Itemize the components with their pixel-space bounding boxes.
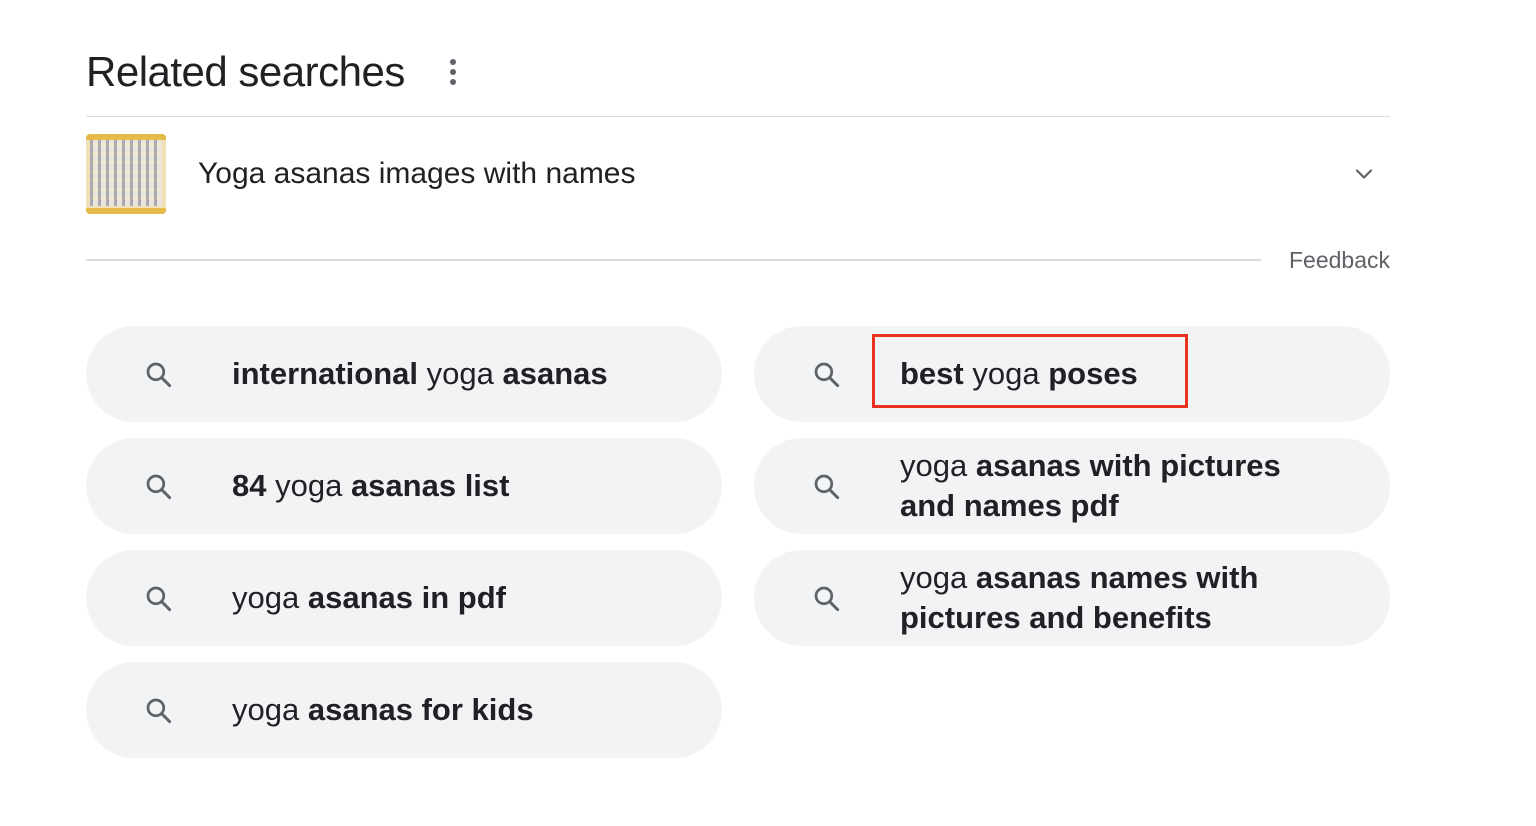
image-result-label: Yoga asanas images with names: [198, 157, 636, 190]
chip-label: yoga asanas names with pictures and bene…: [900, 558, 1330, 638]
chevron-down-icon[interactable]: [1352, 162, 1376, 186]
more-dot: [449, 69, 456, 75]
chip-label: yoga asanas in pdf: [232, 578, 662, 618]
chip-label-part: yoga: [900, 448, 976, 483]
more-dot: [449, 59, 456, 65]
search-icon: [814, 586, 840, 612]
chip-label-part: yoga: [266, 468, 351, 503]
thumbnail-band: [86, 208, 166, 214]
related-search-chip[interactable]: yoga asanas with pictures and names pdf: [754, 438, 1390, 534]
feedback-link[interactable]: Feedback: [1289, 247, 1390, 274]
image-result-row[interactable]: Yoga asanas images with names: [86, 134, 1390, 214]
search-icon: [146, 698, 172, 724]
chip-label: yoga asanas for kids: [232, 690, 662, 730]
yoga-poses-chart-thumbnail: [86, 134, 166, 214]
chip-label: 84 yoga asanas list: [232, 466, 662, 506]
highlight-box: [872, 334, 1188, 408]
related-search-chip[interactable]: international yoga asanas: [86, 326, 722, 422]
chip-label-part: yoga: [232, 692, 308, 727]
search-icon: [146, 474, 172, 500]
chip-label-part: yoga: [232, 580, 308, 615]
more-vert-icon[interactable]: [443, 52, 463, 92]
divider: [86, 259, 1261, 261]
divider: [86, 116, 1390, 117]
related-search-chip[interactable]: best yoga poses: [754, 326, 1390, 422]
feedback-row: Feedback: [86, 244, 1390, 276]
chip-label-part: 84: [232, 468, 267, 503]
chip-label-part: international: [232, 356, 419, 391]
search-icon: [814, 362, 840, 388]
thumbnail-poses-grid: [90, 140, 162, 206]
related-search-chip[interactable]: yoga asanas for kids: [86, 662, 722, 758]
related-search-chip[interactable]: yoga asanas names with pictures and bene…: [754, 550, 1390, 646]
related-search-chip[interactable]: 84 yoga asanas list: [86, 438, 722, 534]
chip-label-part: yoga: [418, 356, 503, 391]
chip-label: yoga asanas with pictures and names pdf: [900, 446, 1330, 526]
chip-label-part: yoga: [900, 560, 976, 595]
search-icon: [146, 362, 172, 388]
chip-label-part: asanas: [502, 356, 608, 391]
section-title: Related searches: [86, 48, 405, 95]
related-search-chip[interactable]: yoga asanas in pdf: [86, 550, 722, 646]
more-dot: [449, 79, 456, 85]
search-icon: [814, 474, 840, 500]
chip-label: international yoga asanas: [232, 354, 662, 394]
section-header: Related searches: [86, 44, 463, 100]
chip-label-part: asanas in pdf: [307, 580, 506, 615]
chip-label-part: asanas list: [350, 468, 510, 503]
search-icon: [146, 586, 172, 612]
chip-label-part: asanas for kids: [307, 692, 534, 727]
